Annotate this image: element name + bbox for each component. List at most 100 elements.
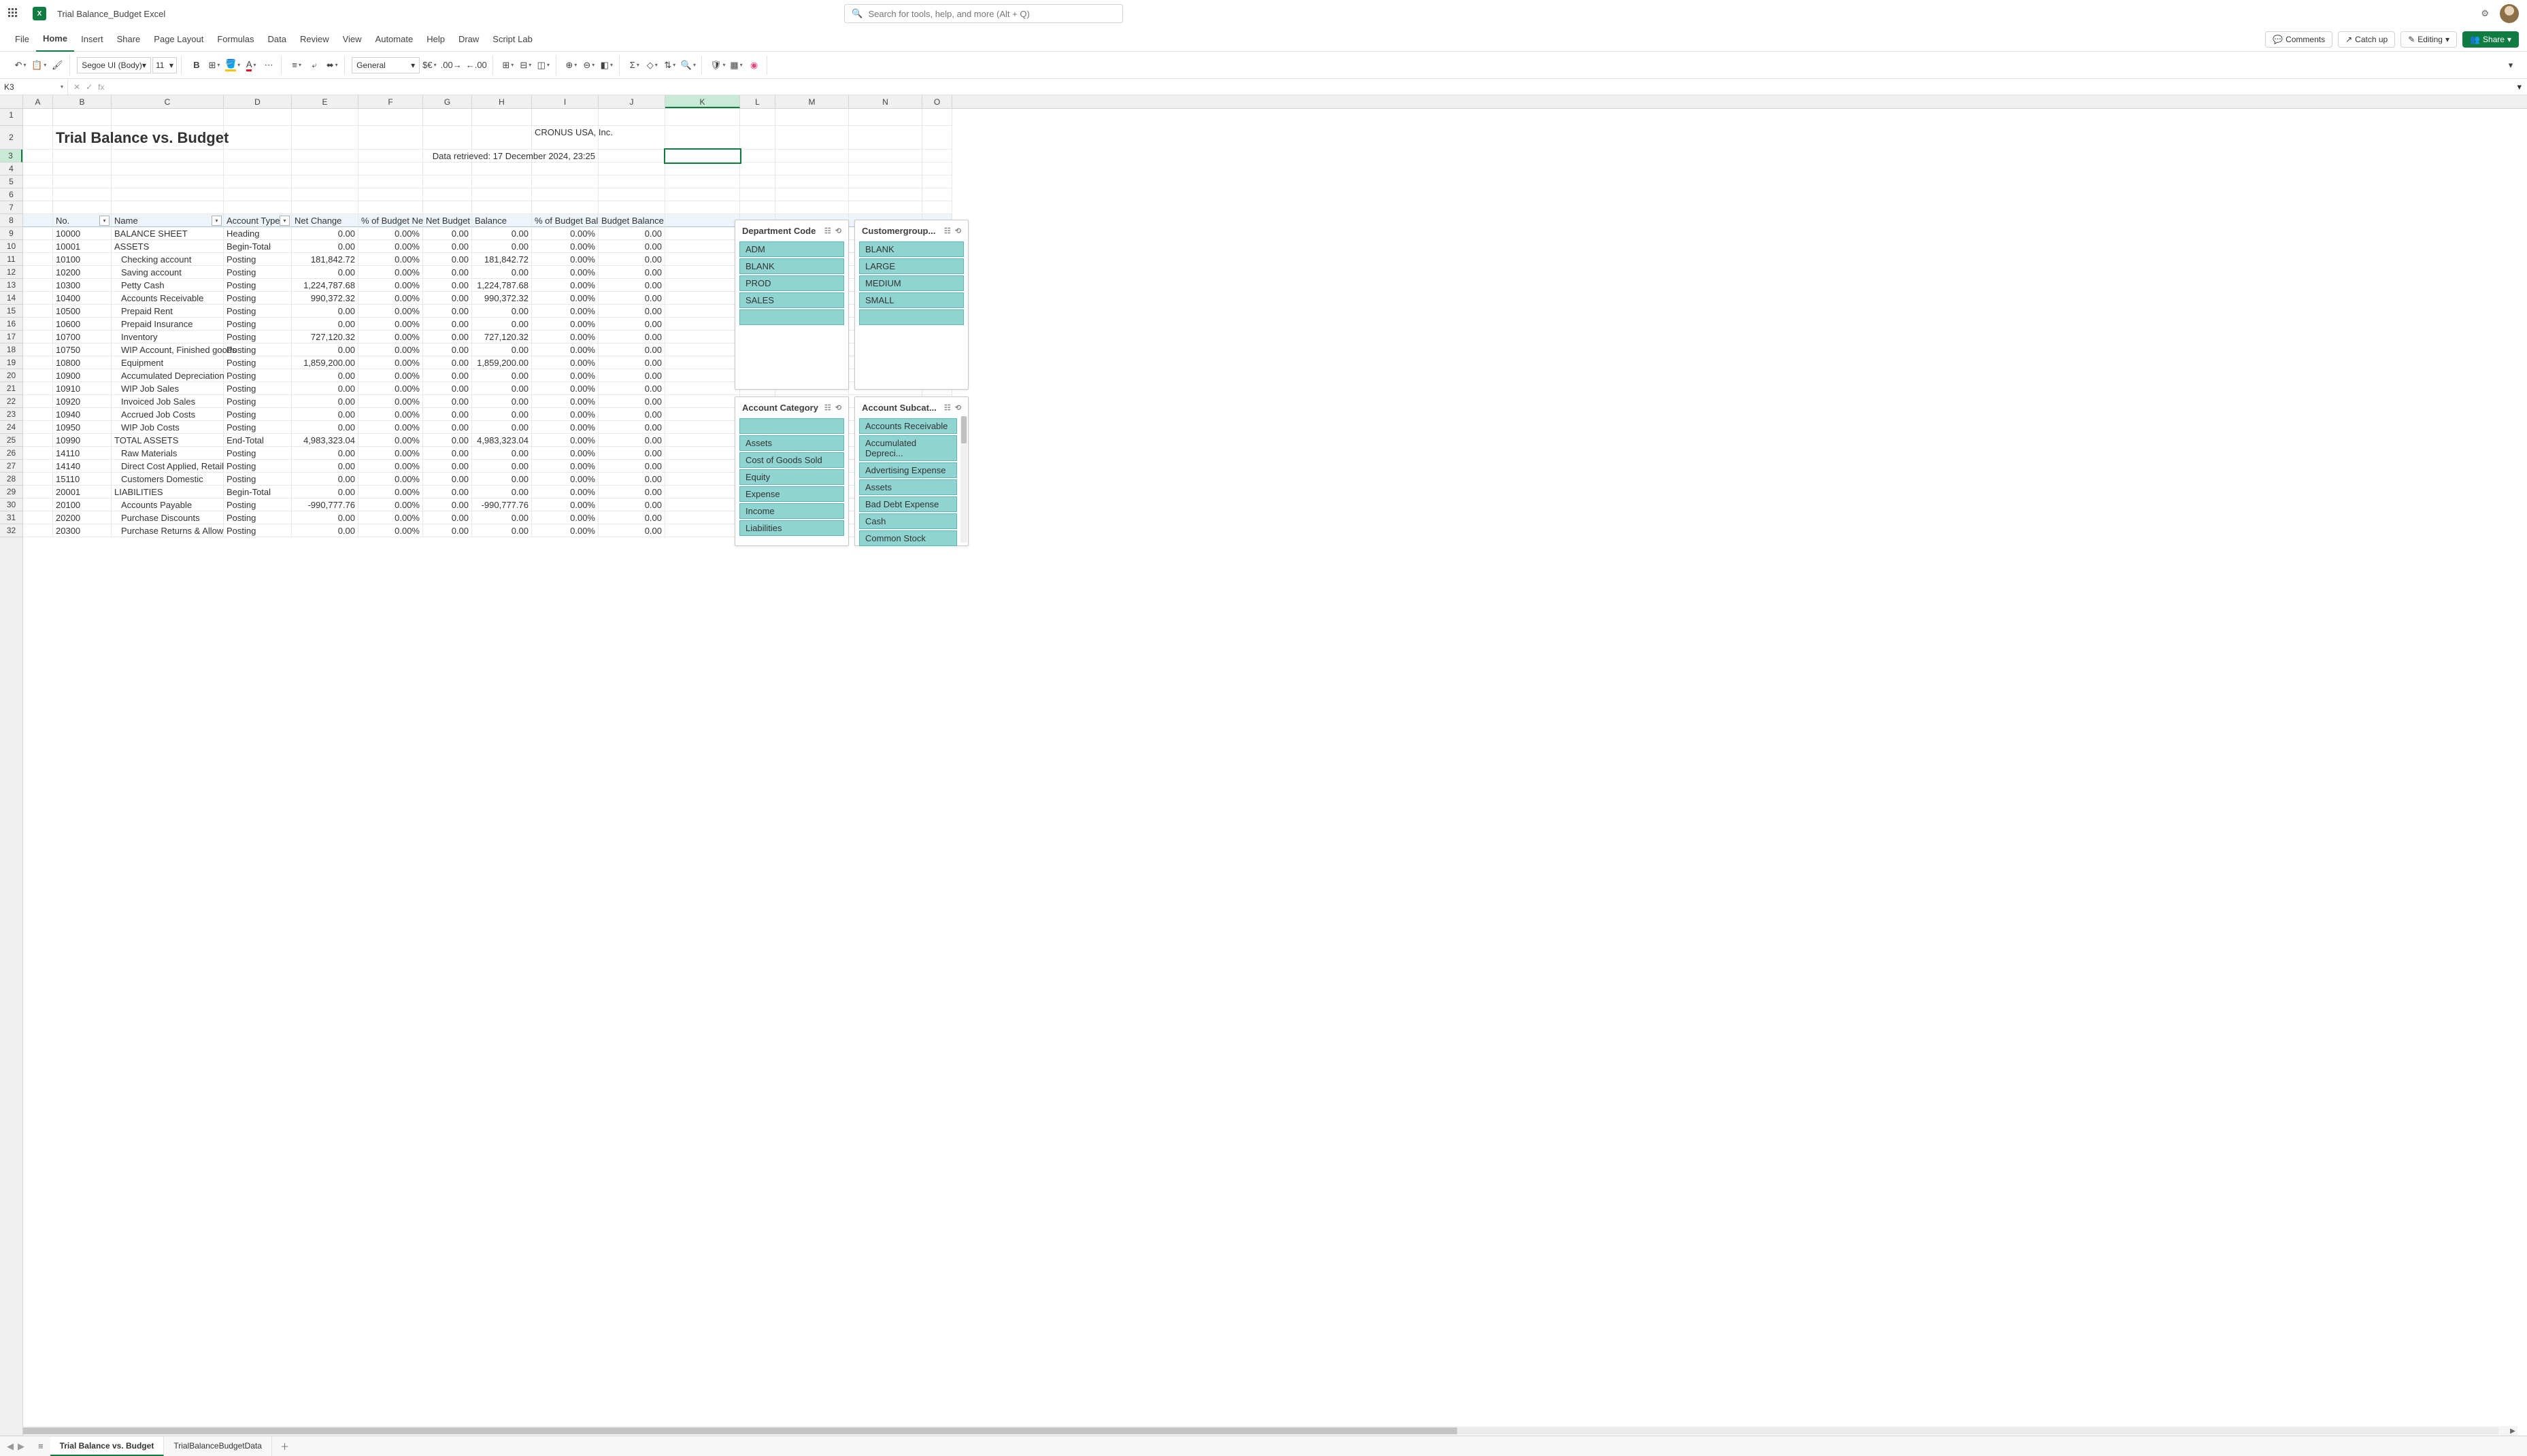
column-header-E[interactable]: E — [292, 95, 358, 108]
slicer-scrollbar[interactable] — [960, 416, 967, 543]
cell[interactable]: 0.00% — [358, 331, 423, 343]
column-header-N[interactable]: N — [849, 95, 922, 108]
search-input[interactable] — [868, 9, 1116, 19]
row-header-2[interactable]: 2 — [0, 126, 22, 150]
filter-button[interactable]: ▾ — [212, 216, 222, 226]
clear-filter-icon[interactable]: ⟲ — [955, 403, 961, 412]
cell[interactable] — [665, 395, 740, 408]
cell[interactable]: Accumulated Depreciation — [112, 369, 224, 382]
cell[interactable] — [23, 227, 53, 240]
cell[interactable]: TOTAL ASSETS — [112, 434, 224, 447]
cell[interactable] — [740, 163, 775, 175]
wrap-text-button[interactable]: ⤶ — [306, 57, 322, 73]
cell[interactable] — [665, 240, 740, 253]
merge-button[interactable]: ⬌▾ — [324, 57, 340, 73]
cell[interactable]: Invoiced Job Sales — [112, 395, 224, 408]
cell[interactable] — [423, 163, 472, 175]
cell[interactable]: Accounts Payable — [112, 498, 224, 511]
cell[interactable]: 0.00% — [532, 369, 599, 382]
font-name-select[interactable]: Segoe UI (Body)▾ — [77, 57, 151, 73]
cell[interactable] — [23, 175, 53, 188]
cell[interactable]: 0.00 — [292, 395, 358, 408]
row-header-17[interactable]: 17 — [0, 331, 22, 343]
cell[interactable]: LIABILITIES — [112, 486, 224, 498]
cell[interactable]: 0.00 — [292, 511, 358, 524]
cell[interactable]: 10940 — [53, 408, 112, 421]
cell[interactable]: 0.00 — [292, 473, 358, 486]
cell[interactable]: 0.00 — [599, 395, 665, 408]
cell[interactable]: 0.00% — [358, 343, 423, 356]
slicer-item[interactable]: . — [859, 309, 964, 325]
cell[interactable]: 0.00 — [423, 408, 472, 421]
format-cells-button[interactable]: ◫▾ — [535, 57, 552, 73]
cell[interactable]: 0.00% — [532, 382, 599, 395]
cell[interactable]: 20200 — [53, 511, 112, 524]
row-header-7[interactable]: 7 — [0, 201, 22, 214]
all-sheets-button[interactable]: ≡ — [31, 1441, 50, 1451]
align-button[interactable]: ≡▾ — [288, 57, 305, 73]
cell[interactable]: 15110 — [53, 473, 112, 486]
cell[interactable]: 10000 — [53, 227, 112, 240]
cell[interactable]: 0.00 — [472, 343, 532, 356]
increase-decimal-button[interactable]: .00→ — [439, 57, 463, 73]
cell[interactable]: 0.00% — [358, 408, 423, 421]
cell[interactable] — [532, 109, 599, 126]
slicer-item[interactable]: MEDIUM — [859, 275, 964, 291]
cell[interactable] — [665, 421, 740, 434]
cell[interactable]: 0.00 — [599, 421, 665, 434]
cell[interactable] — [112, 150, 224, 163]
cell[interactable]: 0.00% — [358, 227, 423, 240]
cell[interactable]: 10100 — [53, 253, 112, 266]
copilot-button[interactable]: ◉ — [746, 57, 763, 73]
cell[interactable]: 10910 — [53, 382, 112, 395]
slicer-item[interactable]: Income — [739, 503, 844, 519]
cell[interactable] — [23, 126, 53, 150]
cell[interactable] — [599, 109, 665, 126]
cell[interactable]: % of Budget Net — [358, 214, 423, 227]
cell[interactable] — [665, 343, 740, 356]
cell[interactable] — [665, 279, 740, 292]
cell[interactable]: Posting — [224, 279, 292, 292]
ribbon-tab-review[interactable]: Review — [293, 27, 336, 52]
cell[interactable] — [112, 126, 224, 150]
addins-button[interactable]: ▦▾ — [729, 57, 745, 73]
cell[interactable] — [224, 150, 292, 163]
cell[interactable]: 0.00% — [532, 524, 599, 537]
row-header-5[interactable]: 5 — [0, 175, 22, 188]
cell[interactable]: 0.00 — [472, 369, 532, 382]
cell[interactable] — [775, 163, 849, 175]
borders-button[interactable]: ⊞▾ — [206, 57, 222, 73]
slicer-account-subcategory[interactable]: Account Subcat... ☷ ⟲ Accounts Receivabl… — [854, 396, 969, 546]
decrease-decimal-button[interactable]: ←.00 — [465, 57, 488, 73]
cell[interactable] — [292, 201, 358, 214]
format-button[interactable]: ◧▾ — [599, 57, 615, 73]
cell[interactable]: 0.00 — [472, 318, 532, 331]
cell[interactable]: 0.00% — [532, 421, 599, 434]
cell[interactable]: 0.00 — [292, 240, 358, 253]
clear-filter-icon[interactable]: ⟲ — [835, 226, 841, 235]
cell[interactable] — [23, 447, 53, 460]
cell[interactable]: 0.00 — [599, 511, 665, 524]
cell[interactable]: 0.00 — [423, 498, 472, 511]
slicer-item[interactable]: . — [739, 309, 844, 325]
cell[interactable]: 0.00% — [358, 305, 423, 318]
cell[interactable]: 0.00 — [423, 369, 472, 382]
cell[interactable]: Posting — [224, 343, 292, 356]
cell[interactable]: 0.00 — [423, 486, 472, 498]
cell[interactable]: 0.00 — [423, 343, 472, 356]
cell[interactable] — [532, 188, 599, 201]
cell[interactable]: Accounts Receivable — [112, 292, 224, 305]
ribbon-tab-data[interactable]: Data — [261, 27, 293, 52]
cell[interactable]: 0.00 — [472, 382, 532, 395]
cell[interactable]: 0.00 — [423, 227, 472, 240]
cell[interactable]: 0.00 — [423, 331, 472, 343]
cell[interactable] — [23, 382, 53, 395]
cell[interactable]: 0.00 — [292, 408, 358, 421]
cell[interactable]: 10500 — [53, 305, 112, 318]
column-header-F[interactable]: F — [358, 95, 423, 108]
cell[interactable]: 0.00 — [423, 434, 472, 447]
ribbon-tab-view[interactable]: View — [336, 27, 369, 52]
row-header-21[interactable]: 21 — [0, 382, 22, 395]
row-header-29[interactable]: 29 — [0, 486, 22, 498]
row-header-20[interactable]: 20 — [0, 369, 22, 382]
